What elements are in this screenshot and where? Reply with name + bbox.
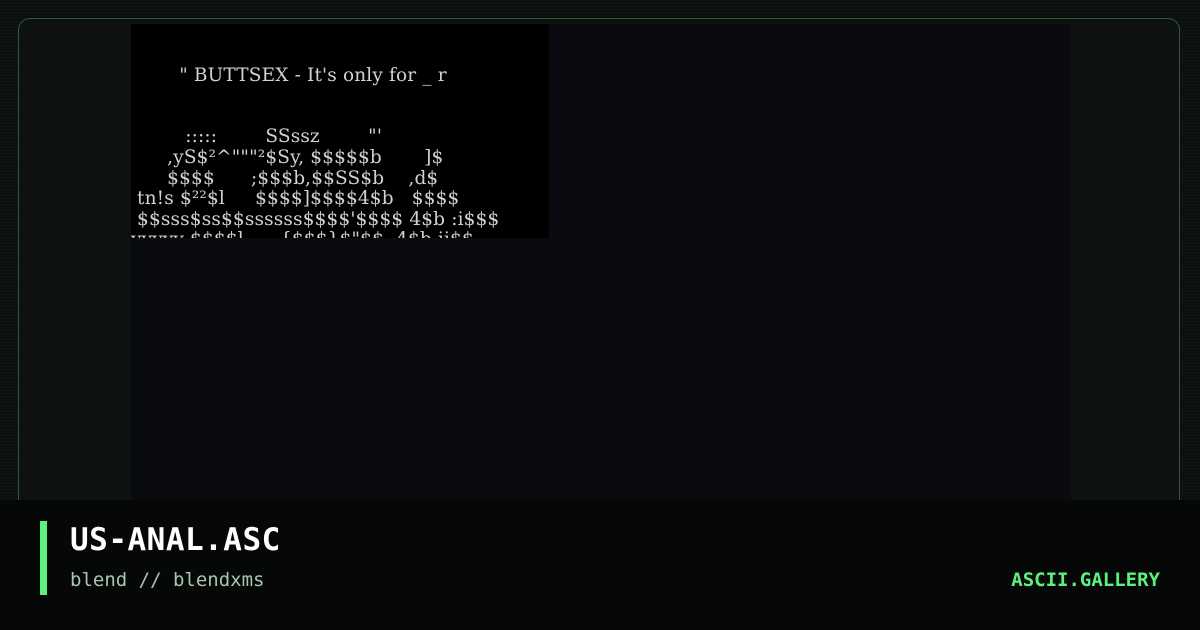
ascii-art-text: " BUTTSEX - It's only for _ r ::::: SSss… (131, 64, 500, 238)
artwork-author: blend // blendxms (70, 569, 265, 591)
artwork-title: US-ANAL.ASC (70, 522, 281, 558)
site-brand[interactable]: ASCII.GALLERY (1011, 569, 1160, 591)
artwork-panel: " BUTTSEX - It's only for _ r ::::: SSss… (131, 24, 1071, 506)
artwork-viewport: " BUTTSEX - It's only for _ r ::::: SSss… (131, 24, 549, 238)
footer-bar: US-ANAL.ASC blend // blendxms ASCII.GALL… (0, 500, 1200, 630)
accent-bar (40, 521, 47, 595)
